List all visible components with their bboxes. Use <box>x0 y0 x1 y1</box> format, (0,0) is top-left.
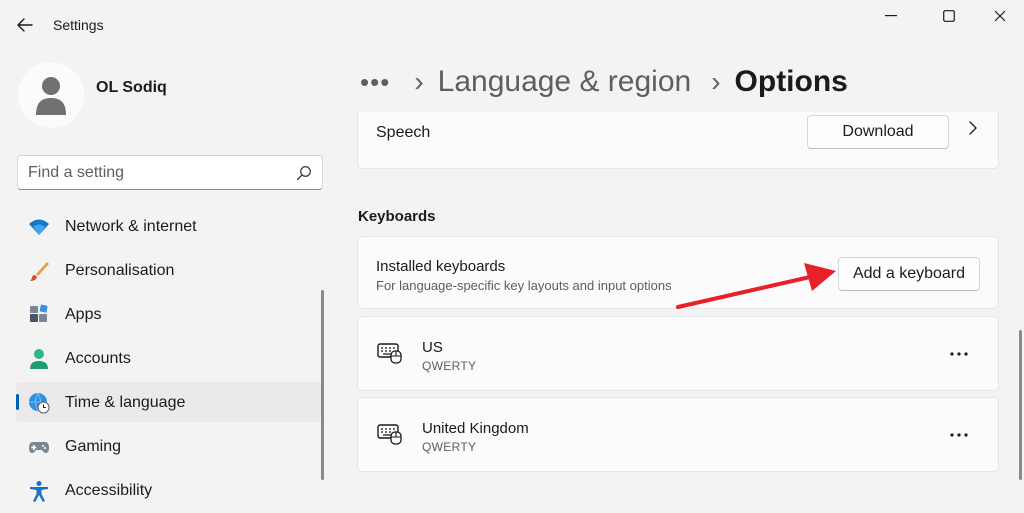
sidebar-item-network[interactable]: Network & internet <box>16 206 322 246</box>
profile-name: OL Sodiq <box>96 79 167 96</box>
speech-label: Speech <box>376 124 431 141</box>
sidebar-item-label: Apps <box>65 306 102 323</box>
breadcrumb-more-button[interactable]: ••• <box>360 69 390 95</box>
close-button[interactable] <box>985 5 1015 27</box>
person-icon <box>30 349 48 369</box>
more-icon <box>950 433 968 437</box>
sidebar-item-accounts[interactable]: Accounts <box>16 338 322 378</box>
globe-clock-icon <box>29 392 50 414</box>
minimize-button[interactable] <box>876 5 906 27</box>
active-indicator <box>16 394 19 410</box>
sidebar-item-label: Personalisation <box>65 262 175 279</box>
breadcrumb-parent-link[interactable]: Language & region <box>438 65 692 99</box>
sidebar-item-accessibility[interactable]: Accessibility <box>16 470 322 510</box>
keyboard-layout: QWERTY <box>422 359 477 373</box>
speech-card: Speech Download <box>357 112 999 169</box>
installed-keyboards-subtitle: For language-specific key layouts and in… <box>376 278 672 293</box>
avatar <box>18 62 84 128</box>
sidebar-item-personalisation[interactable]: Personalisation <box>16 250 322 290</box>
close-icon <box>994 10 1006 22</box>
breadcrumb: ••• › Language & region › Options <box>360 60 848 104</box>
sidebar-item-gaming[interactable]: Gaming <box>16 426 322 466</box>
apps-icon <box>30 304 48 322</box>
sidebar-item-label: Time & language <box>65 394 186 411</box>
sidebar-item-time-language[interactable]: Time & language <box>16 382 322 422</box>
search-box[interactable] <box>17 155 323 190</box>
sidebar-scrollbar[interactable] <box>321 290 324 480</box>
keyboard-layout: QWERTY <box>422 440 477 454</box>
download-button[interactable]: Download <box>807 115 949 149</box>
sidebar-item-label: Accounts <box>65 350 131 367</box>
wifi-icon <box>29 219 49 235</box>
more-options-button[interactable] <box>942 344 976 364</box>
search-input[interactable] <box>28 163 288 183</box>
more-options-button[interactable] <box>942 425 976 445</box>
gamepad-icon <box>29 442 49 453</box>
chevron-right-icon[interactable] <box>966 121 980 135</box>
brush-icon <box>30 262 49 281</box>
keyboard-name: United Kingdom <box>422 420 529 437</box>
keyboard-item-uk: United Kingdom QWERTY <box>357 397 999 472</box>
user-avatar-icon <box>36 77 66 115</box>
back-arrow-icon <box>17 18 33 32</box>
search-icon[interactable] <box>296 165 312 181</box>
minimize-icon <box>885 15 897 17</box>
page-title: Options <box>734 65 848 98</box>
keyboard-name: US <box>422 339 443 356</box>
sidebar-nav: Network & internet Personalisation Apps … <box>16 206 322 513</box>
sidebar-item-label: Gaming <box>65 438 122 455</box>
sidebar-item-label: Accessibility <box>65 482 153 499</box>
keyboards-section-title: Keyboards <box>358 208 436 225</box>
keyboard-icon <box>377 424 402 445</box>
installed-keyboards-title: Installed keyboards <box>376 258 506 275</box>
sidebar-item-label: Network & internet <box>65 218 197 235</box>
main-scrollbar[interactable] <box>1019 330 1022 480</box>
keyboard-icon <box>377 343 402 364</box>
accessibility-icon <box>30 481 48 502</box>
add-keyboard-button[interactable]: Add a keyboard <box>838 257 980 291</box>
chevron-right-icon: › <box>711 66 721 97</box>
chevron-right-icon: › <box>414 66 424 97</box>
annotation-arrow-icon <box>676 263 836 309</box>
app-title: Settings <box>53 17 104 33</box>
more-icon <box>950 352 968 356</box>
maximize-button[interactable] <box>934 5 964 27</box>
user-profile[interactable]: OL Sodiq <box>18 62 318 128</box>
keyboard-item-us: US QWERTY <box>357 316 999 391</box>
title-bar: Settings <box>0 0 1024 50</box>
back-button[interactable] <box>12 12 38 38</box>
sidebar-item-apps[interactable]: Apps <box>16 294 322 334</box>
maximize-icon <box>943 10 955 22</box>
